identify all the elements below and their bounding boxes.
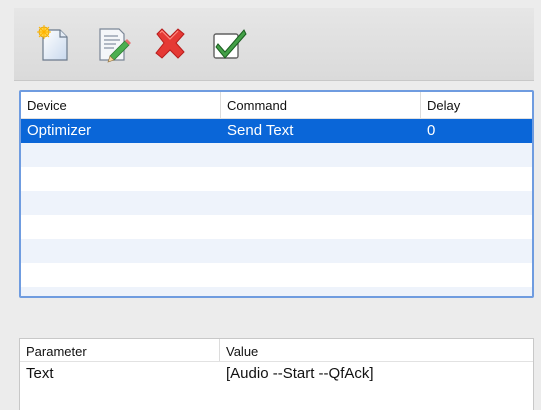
table-row[interactable]: Text [Audio --Start --QfAck] <box>20 362 533 386</box>
command-table[interactable]: Device Command Delay Optimizer Send Text… <box>19 90 534 298</box>
empty-table-row[interactable] <box>21 287 532 296</box>
empty-table-row[interactable] <box>21 215 532 239</box>
cell-command: Send Text <box>227 122 294 139</box>
edit-command-button[interactable] <box>92 24 132 64</box>
empty-table-row[interactable] <box>21 263 532 287</box>
column-header-parameter[interactable]: Parameter <box>20 339 220 361</box>
delete-x-icon <box>155 28 185 59</box>
delete-command-button[interactable] <box>150 24 190 64</box>
empty-table-row[interactable] <box>21 239 532 263</box>
column-header-delay[interactable]: Delay <box>421 92 532 118</box>
table-row[interactable]: Optimizer Send Text 0 <box>21 119 532 143</box>
parameter-table-header: Parameter Value <box>20 339 533 362</box>
cell-value[interactable]: [Audio --Start --QfAck] <box>220 362 533 386</box>
empty-table-row[interactable] <box>21 167 532 191</box>
new-command-button[interactable] <box>34 24 74 64</box>
column-header-device[interactable]: Device <box>21 92 221 118</box>
cell-delay: 0 <box>427 122 436 139</box>
new-document-icon <box>37 25 68 61</box>
cell-parameter: Text <box>26 365 54 382</box>
checkmark-icon <box>213 29 247 59</box>
cell-device: Optimizer <box>27 122 92 139</box>
command-editor-window: Device Command Delay Optimizer Send Text… <box>0 0 541 410</box>
toolbar <box>14 8 534 81</box>
empty-table-row[interactable] <box>21 143 532 167</box>
command-table-header: Device Command Delay <box>21 92 532 119</box>
confirm-command-button[interactable] <box>208 24 248 64</box>
parameter-table[interactable]: Parameter Value Text [Audio --Start --Qf… <box>19 338 534 410</box>
edit-document-icon <box>99 28 131 63</box>
column-header-command[interactable]: Command <box>221 92 421 118</box>
column-header-value[interactable]: Value <box>220 339 533 361</box>
empty-table-row[interactable] <box>21 191 532 215</box>
